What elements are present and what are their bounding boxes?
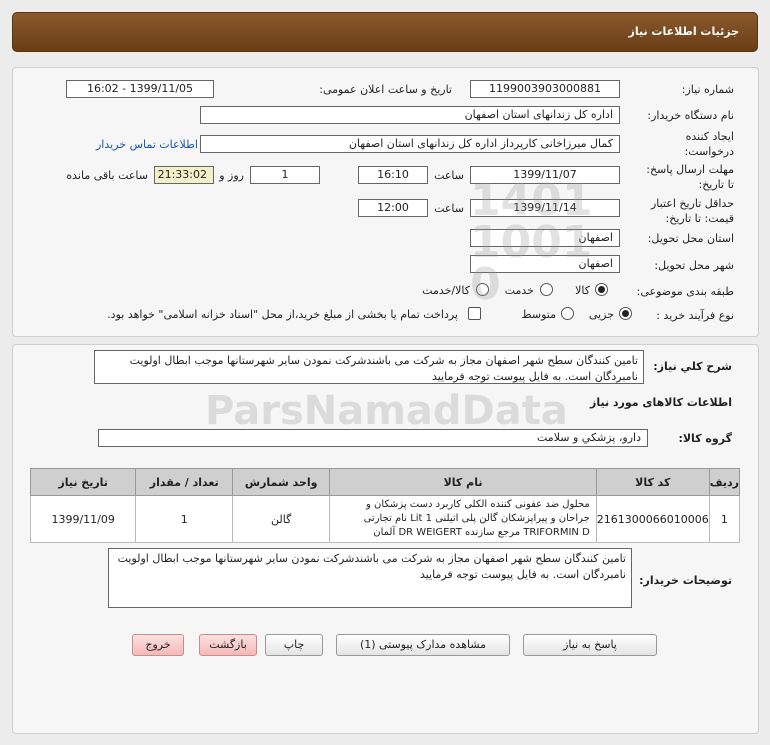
row-index: 1 xyxy=(708,495,741,543)
send-time-label: ساعت xyxy=(434,169,464,182)
exit-button[interactable]: خروج xyxy=(132,634,184,656)
send-deadline-label: مهلت ارسال پاسخ: تا تاریخ: xyxy=(646,163,734,191)
col-index-header: ردیف xyxy=(708,468,741,496)
category-goods-label: کالا xyxy=(575,284,590,297)
buyer-org-field: اداره کل زندانهای استان اصفهان xyxy=(200,106,620,124)
creator-field: کمال میرزاخانی کارپرداز اداره کل زندانها… xyxy=(200,135,620,153)
row-quantity: 1 xyxy=(135,495,234,543)
process-medium-radio[interactable] xyxy=(561,307,574,320)
category-goods-radio[interactable] xyxy=(595,283,608,296)
delivery-city-field: اصفهان xyxy=(470,255,620,273)
back-button[interactable]: بازگشت xyxy=(199,634,257,656)
treasury-checkbox[interactable] xyxy=(468,307,481,320)
col-code-header: کد کالا xyxy=(595,468,710,496)
process-minor-label: جزیی xyxy=(588,308,614,321)
validity-date-field: 1399/11/14 xyxy=(470,199,620,217)
validity-time-field: 12:00 xyxy=(358,199,428,217)
send-time-field: 16:10 xyxy=(358,166,428,184)
process-minor-radio[interactable] xyxy=(619,307,632,320)
table-header-row: ردیف کد کالا نام کالا واحد شمارش تعداد /… xyxy=(29,468,741,496)
delivery-province-field: اصفهان xyxy=(470,229,620,247)
remaining-time-field: 21:33:02 xyxy=(154,166,214,184)
send-date-field: 1399/11/07 xyxy=(470,166,620,184)
col-unit-header: واحد شمارش xyxy=(232,468,331,496)
buyer-notes-box: تامین کنندگان سطح شهر اصفهان مجاز به شرک… xyxy=(108,548,632,608)
reply-button[interactable]: پاسخ به نیاز xyxy=(523,634,657,656)
category-goods-service-label: کالا/خدمت xyxy=(422,284,470,297)
row-unit: گالن xyxy=(232,495,331,543)
day-and-label: روز و xyxy=(219,169,244,182)
subject-category-label: طبقه بندی موضوعی: xyxy=(636,285,734,298)
print-button[interactable]: چاپ xyxy=(265,634,323,656)
contact-info-link[interactable]: اطلاعات تماس خریدار xyxy=(96,138,198,151)
days-field: 1 xyxy=(250,166,320,184)
row-name: محلول ضد عفونی کننده الکلی کاربرد دست پز… xyxy=(329,495,597,543)
treasury-note: پرداخت تمام یا بخشی از مبلغ خرید،از محل … xyxy=(107,308,458,321)
table-row: 1 2161300066010006 محلول ضد عفونی کننده … xyxy=(29,495,741,543)
page-title: جزئیات اطلاعات نیاز xyxy=(628,25,740,38)
general-description-label: شرح کلي نياز: xyxy=(653,360,732,373)
view-attachments-button[interactable]: مشاهده مدارک پیوستی (1) xyxy=(336,634,510,656)
validity-time-label: ساعت xyxy=(434,202,464,215)
announce-datetime-label: تاریخ و ساعت اعلان عمومی: xyxy=(319,83,452,96)
header-bar: جزئیات اطلاعات نیاز xyxy=(12,12,758,52)
col-name-header: نام کالا xyxy=(329,468,597,496)
goods-info-title: اطلاعات کالاهای مورد نیاز xyxy=(590,396,732,409)
buyer-notes-label: توضیحات خریدار: xyxy=(639,574,732,587)
row-code: 2161300066010006 xyxy=(595,495,710,543)
purchase-process-label: نوع فرآیند خرید : xyxy=(656,309,734,322)
category-service-label: خدمت xyxy=(504,284,534,297)
price-validity-label: حداقل تاریخ اعتبار قیمت: تا تاریخ: xyxy=(650,197,734,225)
need-number-label: شماره نیاز: xyxy=(681,83,734,96)
remaining-label: ساعت باقی مانده xyxy=(66,169,148,182)
goods-group-label: گروه کالا: xyxy=(678,432,732,445)
delivery-city-label: شهر محل تحویل: xyxy=(654,259,734,272)
col-date-header: تاریخ نیاز xyxy=(29,468,137,496)
goods-group-field: دارو، پزشكي و سلامت xyxy=(98,429,648,447)
buyer-org-label: نام دستگاه خریدار: xyxy=(647,109,734,122)
col-quantity-header: تعداد / مقدار xyxy=(135,468,234,496)
category-service-radio[interactable] xyxy=(540,283,553,296)
goods-table: ردیف کد کالا نام کالا واحد شمارش تعداد /… xyxy=(29,468,741,543)
need-number-field: 1199003903000881 xyxy=(470,80,620,98)
row-date: 1399/11/09 xyxy=(29,495,137,543)
category-goods-service-radio[interactable] xyxy=(476,283,489,296)
general-description-box: تامین کنندگان سطح شهر اصفهان مجاز به شرک… xyxy=(94,350,644,384)
delivery-province-label: استان محل تحویل: xyxy=(647,232,734,245)
process-medium-label: متوسط xyxy=(521,308,556,321)
creator-label: ایجاد کننده درخواست: xyxy=(684,130,734,158)
announce-datetime-field: 1399/11/05 - 16:02 xyxy=(66,80,214,98)
